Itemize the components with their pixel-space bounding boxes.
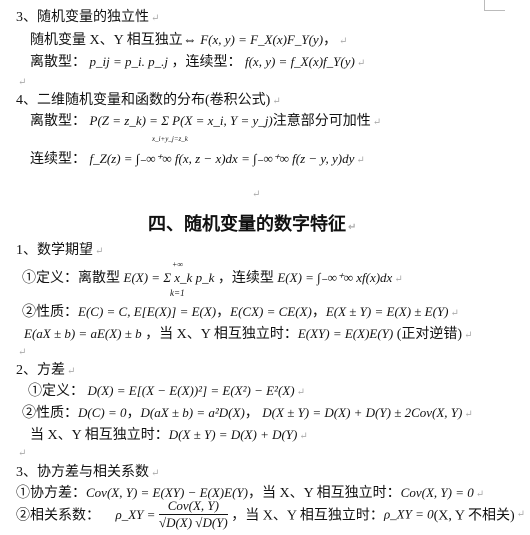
paragraph-mark: ↵ <box>18 347 27 358</box>
convolution-continuous-line: 连续型： f_Z(z) = ∫₋∞⁺∞ f(x, z − x)dx = ∫₋∞⁺… <box>30 151 365 167</box>
correlation-fraction: Cov(X, Y) √D(X) √D(Y) <box>158 498 228 530</box>
paragraph-mark: ↵ <box>18 77 27 88</box>
independence-types-line: 离散型： p_ij = p_i. p_.j ，连续型： f(x, y) = f_… <box>30 54 366 70</box>
page-corner-mark <box>484 0 505 11</box>
section-heading: 1、数学期望 ↵ <box>16 243 104 258</box>
expectation-properties-line-2: E(aX ± b) = aE(X) ± b ，当 X、Y 相互独立时：E(XY)… <box>24 326 473 342</box>
convolution-discrete-line: 离散型： P(Z = z_k) = Σ P(X = x_i, Y = y_j)注… <box>30 113 382 129</box>
section-heading: 2、方差 ↵ <box>16 363 76 378</box>
chapter-title: 四、随机变量的数字特征 ↵ <box>148 214 357 235</box>
sum-lower-limit: k=1 <box>170 288 185 298</box>
correlation-line: ②相关系数： ρ_XY = Cov(X, Y) √D(X) √D(Y) ，当 X、… <box>16 498 526 530</box>
paragraph-mark: ↵ <box>18 448 27 459</box>
section-heading: 3、协方差与相关系数 ↵ <box>16 465 160 480</box>
variance-independence-line: 当 X、Y 相互独立时：D(X ± Y) = D(X) + D(Y) ↵ <box>30 427 308 443</box>
variance-definition-line: ①定义： D(X) = E[(X − E(X))²] = E(X²) − E²(… <box>28 383 305 399</box>
variance-properties-line: ②性质：D(C) = 0，D(aX ± b) = a²D(X)， D(X ± Y… <box>22 405 473 421</box>
expectation-properties-line: ②性质：E(C) = C, E[E(X)] = E(X)，E(CX) = CE(… <box>22 304 459 320</box>
section-heading: 4、二维随机变量和函数的分布(卷积公式) ↵ <box>16 93 281 108</box>
section-heading: 3、随机变量的独立性 ↵ <box>16 10 160 25</box>
independence-line: 随机变量 X、Y 相互独立⇔ F(x, y) = F_X(x)F_Y(y)， ↵ <box>30 32 348 48</box>
paragraph-mark: ↵ <box>252 189 261 200</box>
sum-index: x_i+y_j=z_k <box>152 135 188 143</box>
expectation-definition-line: ①定义：离散型 E(X) = Σ x_k p_k ，连续型 E(X) = ∫₋∞… <box>22 270 403 286</box>
sum-upper-limit: +∞ <box>172 260 184 269</box>
